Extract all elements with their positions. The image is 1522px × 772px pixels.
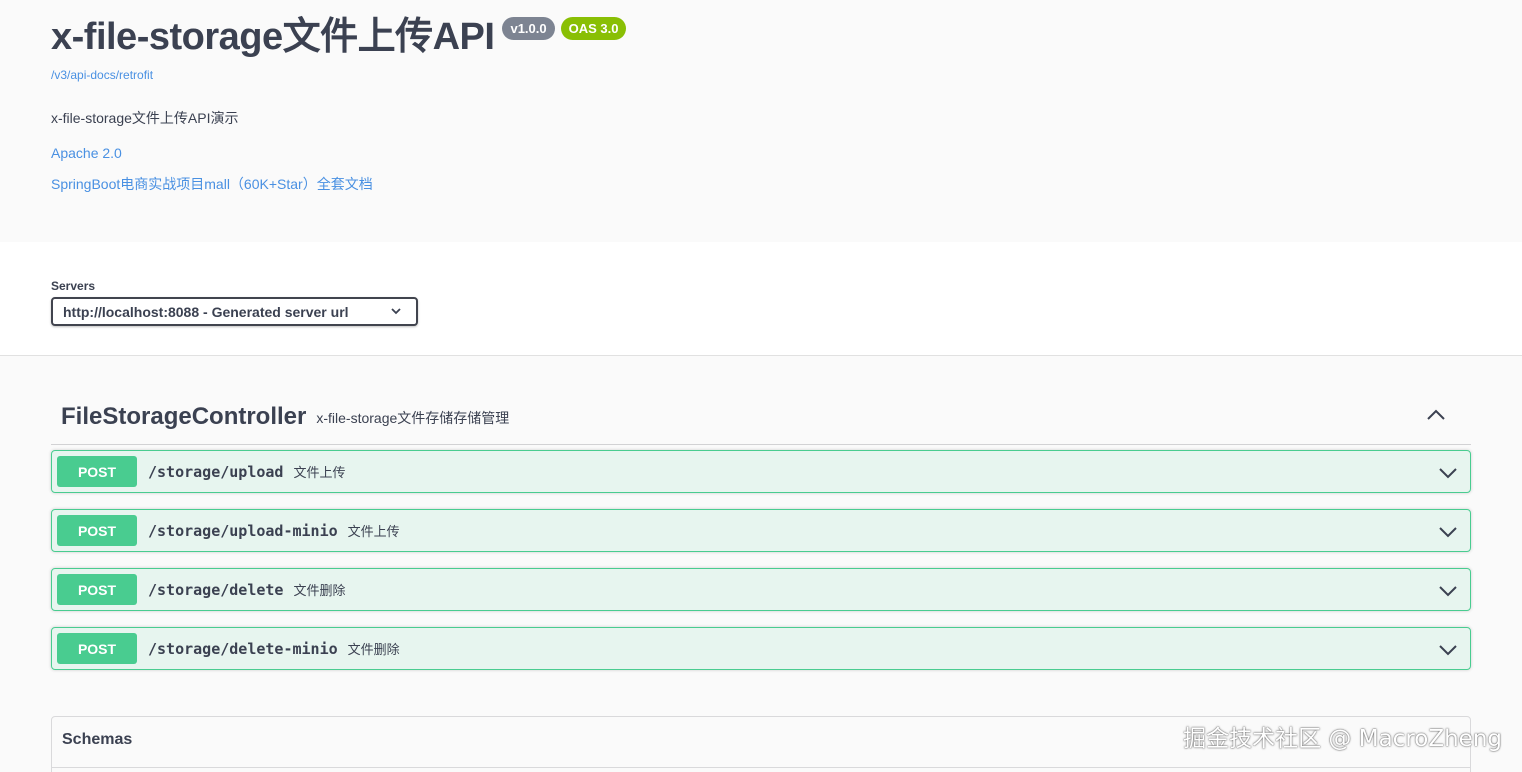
servers-section: Servers http://localhost:8088 - Generate… (0, 242, 1522, 356)
controller-description: x-file-storage文件存储存储管理 (316, 410, 510, 426)
server-select[interactable]: http://localhost:8088 - Generated server… (51, 297, 418, 326)
chevron-down-icon[interactable] (1438, 463, 1458, 483)
schemas-divider (52, 767, 1470, 768)
method-badge: POST (57, 633, 137, 664)
schemas-title[interactable]: Schemas (62, 731, 132, 749)
chevron-down-icon[interactable] (1438, 640, 1458, 660)
api-description: x-file-storage文件上传API演示 (51, 110, 239, 126)
operation-delete-minio[interactable]: POST /storage/delete-minio 文件删除 (51, 627, 1471, 670)
operation-path: /storage/upload (148, 462, 284, 481)
version-badge: v1.0.0 (502, 17, 555, 40)
operation-path: /storage/delete-minio (148, 639, 338, 658)
watermark: 掘金技术社区 @ MacroZheng (1183, 726, 1502, 752)
method-badge: POST (57, 515, 137, 546)
servers-label: Servers (51, 279, 96, 293)
operation-path: /storage/upload-minio (148, 521, 338, 540)
external-docs-link[interactable]: SpringBoot电商实战项目mall（60K+Star）全套文档 (51, 174, 373, 194)
api-title: x-file-storage文件上传API (51, 16, 495, 58)
operation-summary: 文件删除 (347, 642, 400, 657)
operation-summary: 文件删除 (293, 583, 346, 598)
method-badge: POST (57, 456, 137, 487)
oas-badge: OAS 3.0 (560, 17, 627, 40)
title-row: x-file-storage文件上传API v1.0.0 OAS 3.0 (51, 14, 627, 60)
operation-path: /storage/delete (148, 580, 284, 599)
info-section: x-file-storage文件上传API v1.0.0 OAS 3.0 /v3… (0, 0, 1522, 242)
operation-summary: 文件上传 (293, 465, 346, 480)
chevron-up-icon[interactable] (1425, 404, 1447, 426)
operation-summary: 文件上传 (347, 524, 400, 539)
chevron-down-icon[interactable] (1438, 522, 1458, 542)
spec-url-link[interactable]: /v3/api-docs/retrofit (51, 68, 153, 82)
chevron-down-icon[interactable] (1438, 581, 1458, 601)
operation-upload[interactable]: POST /storage/upload 文件上传 (51, 450, 1471, 493)
controller-header[interactable]: FileStorageController x-file-storage文件存储… (51, 390, 1471, 445)
controller-name[interactable]: FileStorageController (61, 403, 306, 431)
chevron-down-icon (391, 308, 401, 315)
server-select-value: http://localhost:8088 - Generated server… (63, 303, 349, 320)
license-link[interactable]: Apache 2.0 (51, 145, 122, 161)
method-badge: POST (57, 574, 137, 605)
operation-delete[interactable]: POST /storage/delete 文件删除 (51, 568, 1471, 611)
operation-upload-minio[interactable]: POST /storage/upload-minio 文件上传 (51, 509, 1471, 552)
